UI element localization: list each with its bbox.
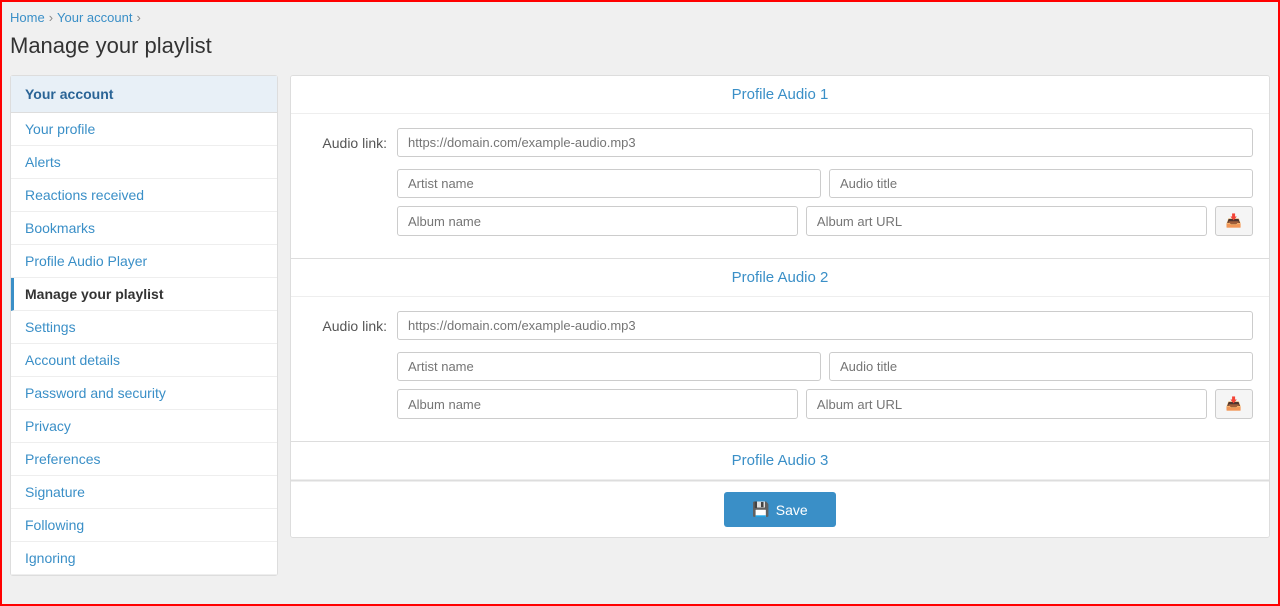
audio-section-2: Profile Audio 2 Audio link: 📥	[291, 259, 1269, 442]
sidebar-item-account-details[interactable]: Account details	[11, 344, 277, 377]
sidebar-item-privacy[interactable]: Privacy	[11, 410, 277, 443]
audio-link-label-1: Audio link:	[307, 135, 387, 151]
audio-link-row-2: Audio link:	[307, 311, 1253, 340]
save-row: 💾 Save	[291, 481, 1269, 537]
sidebar-item-profile-audio-player[interactable]: Profile Audio Player	[11, 245, 277, 278]
main-layout: Your account Your profile Alerts Reactio…	[10, 75, 1270, 576]
sidebar-item-alerts[interactable]: Alerts	[11, 146, 277, 179]
breadcrumb-account[interactable]: Your account	[57, 10, 132, 25]
sidebar-item-reactions-received[interactable]: Reactions received	[11, 179, 277, 212]
upload-icon-1: 📥	[1226, 213, 1242, 229]
artist-name-input-2[interactable]	[397, 352, 821, 381]
audio-title-input-2[interactable]	[829, 352, 1253, 381]
audio-fields-row-2b: 📥	[397, 389, 1253, 419]
breadcrumb-sep-2: ›	[136, 10, 140, 25]
breadcrumb-sep-1: ›	[49, 10, 53, 25]
breadcrumb-home[interactable]: Home	[10, 10, 45, 25]
sidebar-item-settings[interactable]: Settings	[11, 311, 277, 344]
audio-section-2-body: Audio link: 📥	[291, 297, 1269, 441]
sidebar-item-your-profile[interactable]: Your profile	[11, 113, 277, 146]
audio-title-input-1[interactable]	[829, 169, 1253, 198]
sidebar: Your account Your profile Alerts Reactio…	[10, 75, 278, 576]
artist-name-input-1[interactable]	[397, 169, 821, 198]
audio-section-3-header: Profile Audio 3	[291, 442, 1269, 480]
page-wrapper: Home › Your account › Manage your playli…	[0, 0, 1280, 606]
audio-section-3: Profile Audio 3	[291, 442, 1269, 481]
save-button-label: Save	[776, 502, 808, 518]
upload-art-button-1[interactable]: 📥	[1215, 206, 1253, 236]
audio-section-1-body: Audio link: 📥	[291, 114, 1269, 258]
album-art-url-input-2[interactable]	[806, 389, 1207, 419]
audio-link-row-1: Audio link:	[307, 128, 1253, 157]
sidebar-item-preferences[interactable]: Preferences	[11, 443, 277, 476]
sidebar-item-manage-your-playlist[interactable]: Manage your playlist	[11, 278, 277, 311]
content-area: Profile Audio 1 Audio link: 📥	[290, 75, 1270, 538]
audio-link-input-1[interactable]	[397, 128, 1253, 157]
sidebar-section-header: Your account	[11, 76, 277, 113]
sidebar-item-password-and-security[interactable]: Password and security	[11, 377, 277, 410]
audio-link-input-2[interactable]	[397, 311, 1253, 340]
breadcrumb: Home › Your account ›	[10, 10, 1270, 25]
audio-section-1-header: Profile Audio 1	[291, 76, 1269, 114]
album-name-input-2[interactable]	[397, 389, 798, 419]
upload-icon-2: 📥	[1226, 396, 1242, 412]
upload-art-button-2[interactable]: 📥	[1215, 389, 1253, 419]
save-icon: 💾	[752, 501, 769, 518]
save-button[interactable]: 💾 Save	[724, 492, 835, 527]
sidebar-item-ignoring[interactable]: Ignoring	[11, 542, 277, 575]
sidebar-item-bookmarks[interactable]: Bookmarks	[11, 212, 277, 245]
audio-section-2-header: Profile Audio 2	[291, 259, 1269, 297]
audio-fields-row-2a	[397, 352, 1253, 381]
album-name-input-1[interactable]	[397, 206, 798, 236]
album-art-url-input-1[interactable]	[806, 206, 1207, 236]
audio-section-1: Profile Audio 1 Audio link: 📥	[291, 76, 1269, 259]
sidebar-item-following[interactable]: Following	[11, 509, 277, 542]
audio-fields-row-1a	[397, 169, 1253, 198]
audio-link-label-2: Audio link:	[307, 318, 387, 334]
sidebar-item-signature[interactable]: Signature	[11, 476, 277, 509]
audio-fields-row-1b: 📥	[397, 206, 1253, 236]
page-title: Manage your playlist	[10, 33, 1270, 59]
